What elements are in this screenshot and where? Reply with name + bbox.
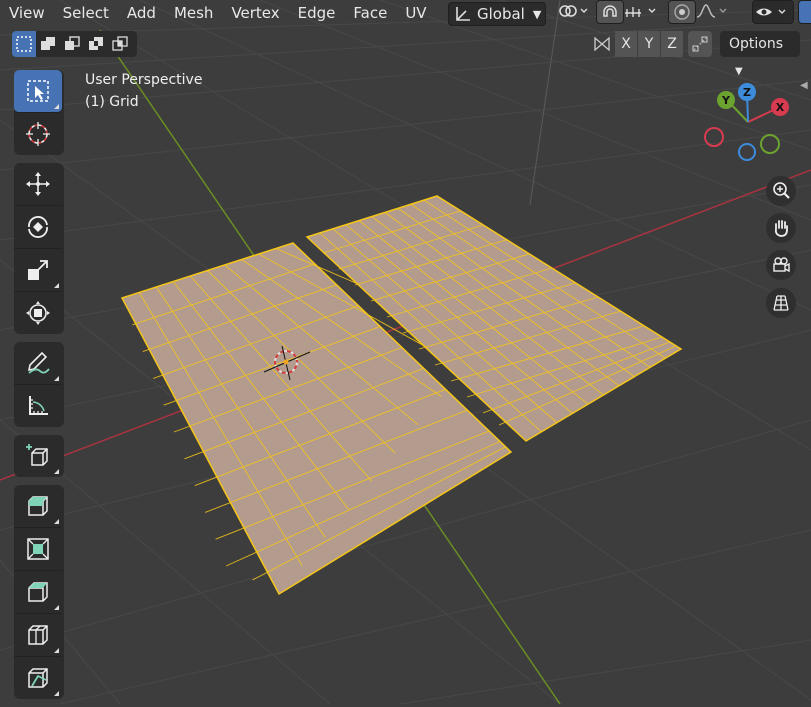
magnet-icon: [603, 5, 617, 17]
annotate-tool[interactable]: [14, 342, 62, 385]
rotate-tool[interactable]: [14, 206, 62, 249]
perspective-toggle-button[interactable]: [766, 288, 796, 318]
topology-mirror-icon: [692, 36, 708, 52]
loop-cut-tool[interactable]: [14, 614, 62, 657]
select-subtract-icon: [65, 36, 80, 50]
bevel-tool[interactable]: [14, 571, 62, 614]
menu-select[interactable]: Select: [54, 1, 118, 25]
negative-y-handle[interactable]: [760, 134, 780, 154]
cursor-tool[interactable]: [14, 113, 62, 155]
negative-z-handle[interactable]: [738, 143, 756, 161]
select-new-button[interactable]: [12, 31, 36, 57]
select-intersect-icon: [112, 36, 128, 51]
snap-toggle-button[interactable]: [596, 0, 624, 24]
eye-icon: [756, 8, 786, 16]
tool-group-mesh: [14, 485, 64, 699]
zoom-icon: [773, 182, 790, 199]
knife-tool[interactable]: [14, 657, 62, 699]
inset-icon: [27, 538, 49, 560]
select-difference-icon: [89, 37, 103, 50]
camera-view-button[interactable]: [766, 250, 796, 280]
transform-tool[interactable]: [14, 292, 62, 334]
pivot-link-icon: [559, 5, 588, 17]
menu-add[interactable]: Add: [118, 1, 165, 25]
select-box-icon: [27, 80, 49, 102]
proportional-edit-icon: [674, 4, 690, 20]
orientation-icon: [456, 7, 470, 21]
z-axis-label: Z: [743, 86, 751, 99]
gizmo-toggle-button[interactable]: [798, 0, 811, 24]
menu-view[interactable]: View: [0, 1, 54, 25]
inset-tool[interactable]: [14, 528, 62, 571]
object-label: (1) Grid: [85, 94, 139, 110]
tool-group-transform: [14, 163, 64, 334]
select-extend-button[interactable]: [36, 31, 60, 57]
falloff-curve-icon: [696, 4, 727, 18]
transform-icon: [26, 301, 50, 325]
mirror-y-toggle[interactable]: Y: [638, 31, 660, 57]
tool-group-annotate: [14, 342, 64, 427]
transform-orientation-dropdown[interactable]: Global ▼: [448, 2, 546, 26]
sidebar-toggle-arrow[interactable]: ◀: [800, 80, 811, 94]
knife-icon: [28, 668, 48, 688]
perspective-label: User Perspective: [85, 72, 203, 88]
tool-group-add: [14, 435, 64, 477]
hand-icon: [774, 220, 788, 237]
snap-target-dropdown[interactable]: [622, 0, 662, 22]
snap-increment-icon: [625, 7, 656, 17]
camera-icon: [773, 257, 790, 273]
scale-icon: [28, 260, 48, 280]
grid-perspective-icon: [773, 295, 789, 311]
mirror-x-toggle[interactable]: X: [615, 31, 637, 57]
cursor-icon: [26, 122, 50, 146]
mirror-z-toggle[interactable]: Z: [661, 31, 683, 57]
select-difference-button[interactable]: [84, 31, 108, 57]
select-box-tool[interactable]: [14, 70, 62, 113]
chevron-down-icon: ▼: [735, 66, 743, 77]
options-dropdown[interactable]: Options ▼: [720, 31, 800, 77]
extrude-icon: [28, 496, 48, 516]
add-cube-tool[interactable]: [14, 435, 62, 477]
butterfly-icon: [594, 36, 610, 52]
x-axis-label: X: [776, 101, 785, 114]
rotate-icon: [28, 216, 48, 238]
menu-mesh[interactable]: Mesh: [165, 1, 223, 25]
mirror-axis-group: X Y Z: [614, 31, 683, 57]
transform-orientation-label: Global: [477, 5, 525, 23]
bevel-icon: [28, 582, 48, 602]
zoom-button[interactable]: [766, 176, 796, 206]
mirror-axis-button[interactable]: [590, 31, 614, 57]
overlay-visibility-dropdown[interactable]: [752, 0, 794, 24]
add-cube-icon: [26, 444, 48, 466]
tool-group-select: [14, 70, 64, 155]
scale-tool[interactable]: [14, 249, 62, 292]
navigation-gizmo[interactable]: X Y Z: [700, 82, 800, 162]
y-axis-label: Y: [721, 94, 731, 107]
measure-tool[interactable]: [14, 385, 62, 427]
annotate-icon: [27, 351, 50, 374]
select-extend-icon: [41, 37, 55, 50]
topology-mirror-button[interactable]: [688, 31, 712, 57]
chevron-down-icon: ▼: [532, 7, 542, 21]
move-icon: [26, 172, 50, 196]
measure-icon: [29, 396, 48, 415]
options-label: Options: [729, 36, 784, 52]
menu-uv[interactable]: UV: [396, 1, 435, 25]
pan-button[interactable]: [766, 213, 796, 243]
menu-face[interactable]: Face: [344, 1, 396, 25]
extrude-tool[interactable]: [14, 485, 62, 528]
pivot-point-button[interactable]: [554, 0, 590, 22]
move-tool[interactable]: [14, 163, 62, 206]
toolbar: [14, 70, 64, 707]
select-subtract-button[interactable]: [60, 31, 84, 57]
select-mode-group: [12, 31, 137, 57]
select-new-icon: [16, 36, 32, 52]
select-intersect-button[interactable]: [108, 31, 132, 57]
menu-edge[interactable]: Edge: [289, 1, 345, 25]
falloff-dropdown[interactable]: [694, 0, 732, 22]
menu-vertex[interactable]: Vertex: [222, 1, 288, 25]
negative-x-handle[interactable]: [704, 127, 724, 147]
proportional-edit-button[interactable]: [668, 0, 696, 24]
loop-cut-icon: [28, 625, 48, 645]
